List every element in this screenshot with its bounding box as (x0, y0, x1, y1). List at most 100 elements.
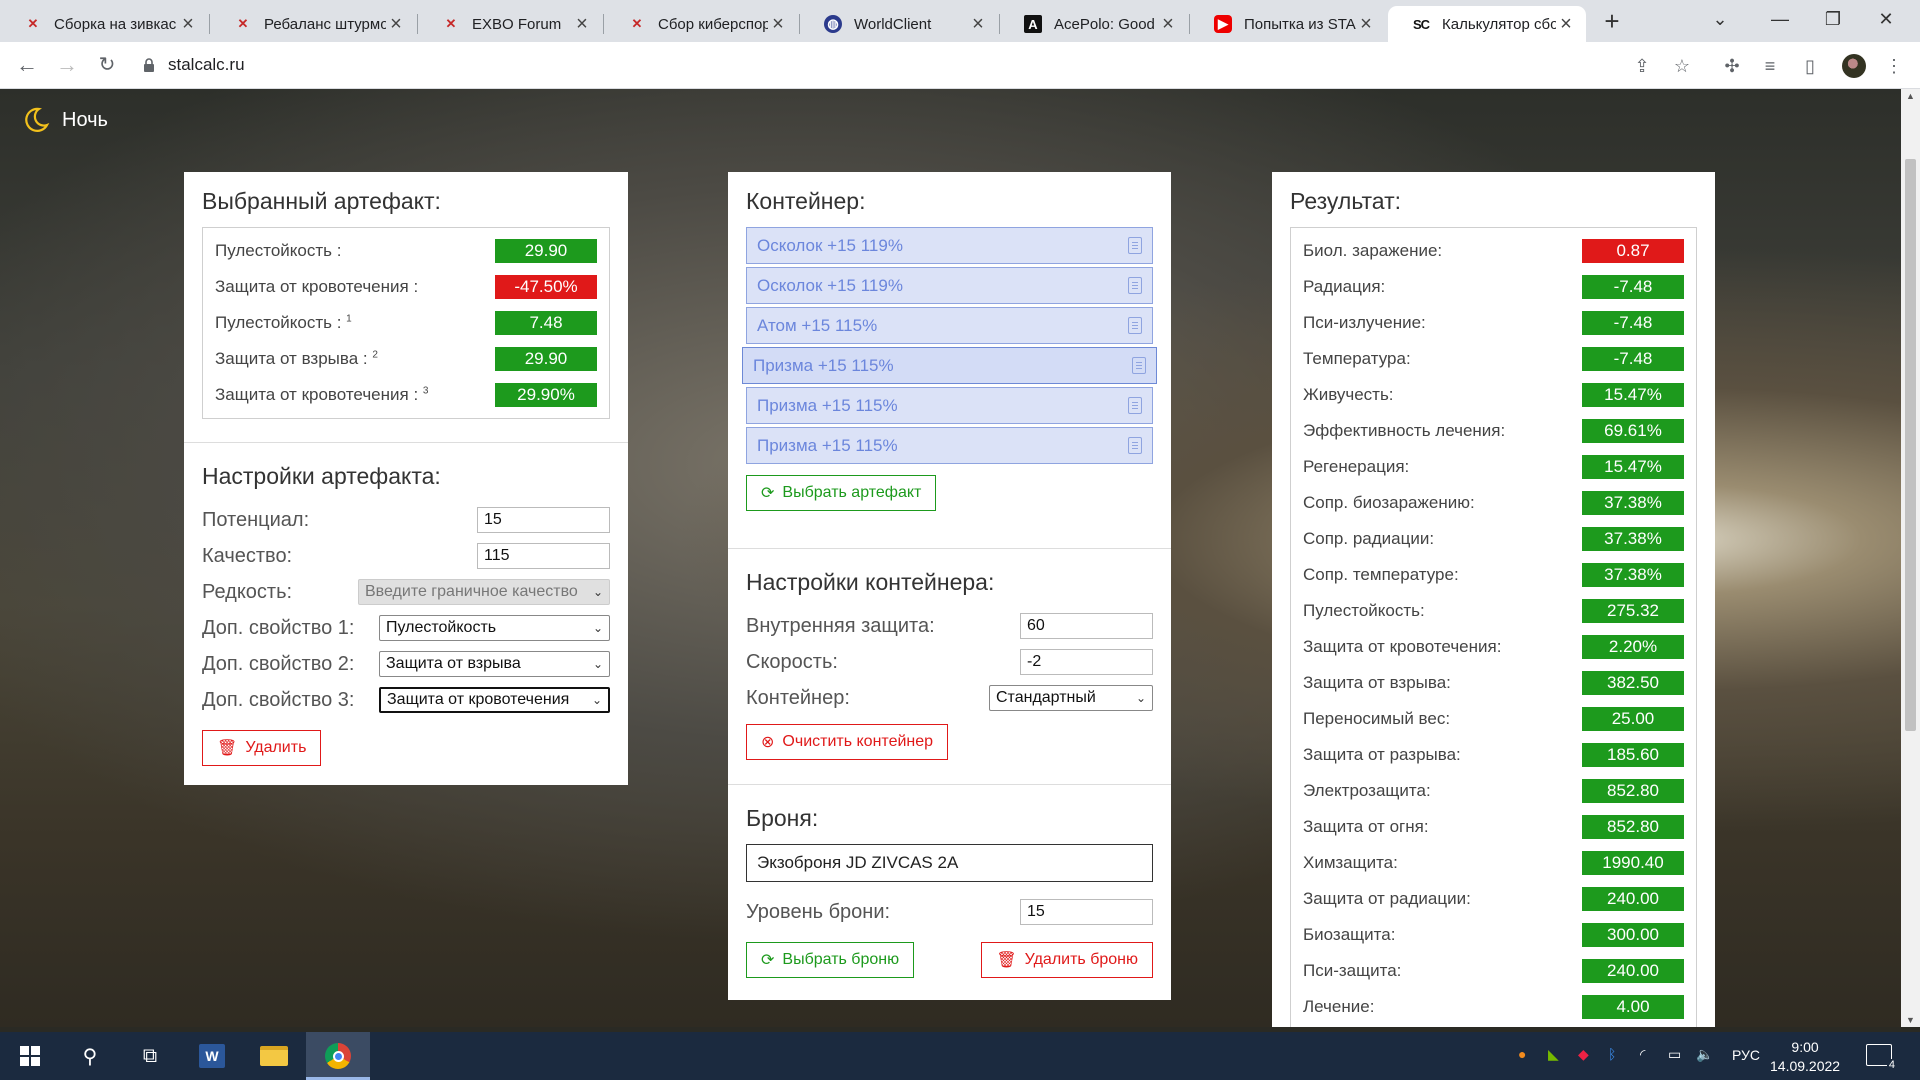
forward-icon[interactable]: → (52, 50, 82, 80)
tab-close-icon[interactable]: × (768, 14, 788, 34)
document-icon[interactable] (1128, 317, 1142, 334)
container-type-select[interactable]: Стандартный ⌄ (989, 685, 1153, 711)
app-tray-icon[interactable]: ◆ (1578, 1046, 1589, 1063)
search-icon[interactable]: ⚲ (66, 1032, 114, 1080)
globe-icon: ◍ (824, 15, 842, 33)
inner-protection-input[interactable]: 60 (1020, 613, 1153, 639)
container-item[interactable]: Призма +15 115% (746, 427, 1153, 464)
document-icon[interactable] (1128, 277, 1142, 294)
browser-tab[interactable]: ✕ Сборка на зивкас × (0, 6, 208, 42)
chrome-icon[interactable] (306, 1032, 370, 1080)
result-label-text: Химзащита: (1303, 853, 1398, 872)
side-panel-icon[interactable]: ▯ (1796, 52, 1824, 80)
result-value: 25.00 (1582, 707, 1684, 731)
close-window-button[interactable]: ✕ (1866, 4, 1906, 34)
scroll-down-icon[interactable]: ▼ (1906, 1015, 1915, 1025)
language-indicator[interactable]: РУС (1732, 1047, 1760, 1063)
tab-close-icon[interactable]: × (178, 14, 198, 34)
tab-close-icon[interactable]: × (572, 14, 592, 34)
armor-level-row: Уровень брони: 15 (746, 894, 1153, 930)
browser-tab[interactable]: ◍ WorldClient × (800, 6, 998, 42)
address-bar[interactable]: stalcalc.ru (142, 48, 1662, 82)
artifact-settings-title: Настройки артефакта: (202, 463, 441, 489)
windows-start-icon[interactable] (6, 1032, 54, 1080)
scroll-up-icon[interactable]: ▲ (1906, 91, 1915, 101)
browser-tab[interactable]: A AcePolo: Good × (1000, 6, 1188, 42)
chrome-menu-icon[interactable]: ⋮ (1880, 52, 1908, 80)
container-item[interactable]: Осколок +15 119% (746, 267, 1153, 304)
browser-tab[interactable]: ✕ Ребаланс штурмо × (210, 6, 416, 42)
page-scrollbar[interactable]: ▲ ▼ (1901, 89, 1920, 1027)
back-icon[interactable]: ← (12, 50, 42, 80)
profile-avatar[interactable] (1842, 54, 1866, 78)
reload-icon[interactable]: ↻ (92, 50, 122, 80)
tab-search-icon[interactable]: ⌄ (1700, 4, 1740, 34)
armor-level-input[interactable]: 15 (1020, 899, 1153, 925)
clock[interactable]: 9:00 14.09.2022 (1770, 1038, 1840, 1076)
container-item[interactable]: Призма +15 115% (742, 347, 1157, 384)
avast-icon[interactable]: ● (1518, 1046, 1526, 1062)
tab-close-icon[interactable]: × (1158, 14, 1178, 34)
container-item[interactable]: Осколок +15 119% (746, 227, 1153, 264)
browser-tab[interactable]: ✕ EXBO Forum × (418, 6, 602, 42)
notification-icon[interactable]: 4 (1866, 1044, 1897, 1071)
container-item[interactable]: Атом +15 115% (746, 307, 1153, 344)
document-icon[interactable] (1128, 437, 1142, 454)
browser-tab[interactable]: ✕ Сбор киберспорт × (604, 6, 798, 42)
tab-close-icon[interactable]: × (968, 14, 988, 34)
bluetooth-icon[interactable]: ᛒ (1608, 1046, 1616, 1062)
nvidia-icon[interactable]: ◣ (1548, 1046, 1559, 1063)
theme-toggle[interactable]: Ночь (20, 105, 108, 135)
scrollbar-thumb[interactable] (1905, 159, 1916, 731)
result-row: Защита от взрыва: 382.50 (1303, 665, 1684, 701)
result-label-text: Пси-излучение: (1303, 313, 1426, 332)
extra1-select[interactable]: Пулестойкость ⌄ (379, 615, 610, 641)
armor-level-label: Уровень брони: (746, 900, 891, 923)
bookmark-star-icon[interactable]: ☆ (1668, 52, 1696, 80)
result-row: Лечение: 4.00 (1303, 989, 1684, 1025)
delete-armor-button[interactable]: 🗑 Удалить броню (981, 942, 1153, 978)
artifact-prop-value: 29.90 (495, 239, 597, 263)
result-label-text: Защита от взрыва: (1303, 673, 1451, 692)
armor-name-field[interactable]: Экзоброня JD ZIVCAS 2A (746, 844, 1153, 882)
battery-icon[interactable]: ▭ (1668, 1046, 1681, 1063)
share-icon[interactable]: ⇪ (1628, 52, 1656, 80)
extensions-icon[interactable]: ✣ (1718, 52, 1746, 80)
quality-input[interactable]: 115 (477, 543, 610, 569)
task-view-icon[interactable]: ⧉ (126, 1032, 174, 1080)
speed-input[interactable]: -2 (1020, 649, 1153, 675)
container-item-label: Призма +15 115% (753, 356, 894, 375)
browser-tab[interactable]: ▶ Попытка из STAL × (1190, 6, 1386, 42)
chevron-down-icon: ⌄ (592, 657, 603, 671)
minimize-button[interactable]: — (1760, 4, 1800, 34)
document-icon[interactable] (1132, 357, 1146, 374)
tab-close-icon[interactable]: × (1556, 14, 1576, 34)
result-row: Переносимый вес: 25.00 (1303, 701, 1684, 737)
result-row: Защита от разрыва: 185.60 (1303, 737, 1684, 773)
extra2-select[interactable]: Защита от взрыва ⌄ (379, 651, 610, 677)
media-control-icon[interactable]: ≡ (1756, 52, 1784, 80)
volume-icon[interactable]: 🔈 (1696, 1046, 1713, 1063)
extra3-select[interactable]: Защита от кровотечения ⌄ (379, 687, 610, 713)
tab-close-icon[interactable]: × (1356, 14, 1376, 34)
maximize-button[interactable]: ❐ (1813, 4, 1853, 34)
result-value: 4.00 (1582, 995, 1684, 1019)
wifi-icon[interactable]: ◜ (1640, 1046, 1645, 1063)
new-tab-button[interactable]: + (1598, 8, 1626, 36)
tab-title: WorldClient (854, 15, 932, 33)
clear-container-button[interactable]: ⊗ Очистить контейнер (746, 724, 949, 760)
document-icon[interactable] (1128, 237, 1142, 254)
file-explorer-icon[interactable] (250, 1032, 298, 1080)
potential-input[interactable]: 15 (477, 507, 610, 533)
select-armor-button[interactable]: ⟳ Выбрать броню (746, 942, 915, 978)
result-label-text: Защита от радиации: (1303, 889, 1471, 908)
browser-tab[interactable]: SC Калькулятор сбо × (1388, 6, 1586, 42)
tab-close-icon[interactable]: × (386, 14, 406, 34)
delete-artifact-button[interactable]: 🗑 Удалить (202, 730, 322, 766)
word-icon[interactable]: W (188, 1032, 236, 1080)
container-item[interactable]: Призма +15 115% (746, 387, 1153, 424)
document-icon[interactable] (1128, 397, 1142, 414)
container-type-value: Стандартный (996, 689, 1096, 706)
rarity-select[interactable]: Введите граничное качество ⌄ (358, 579, 610, 605)
select-artifact-button[interactable]: ⟳ Выбрать артефакт (746, 475, 937, 511)
